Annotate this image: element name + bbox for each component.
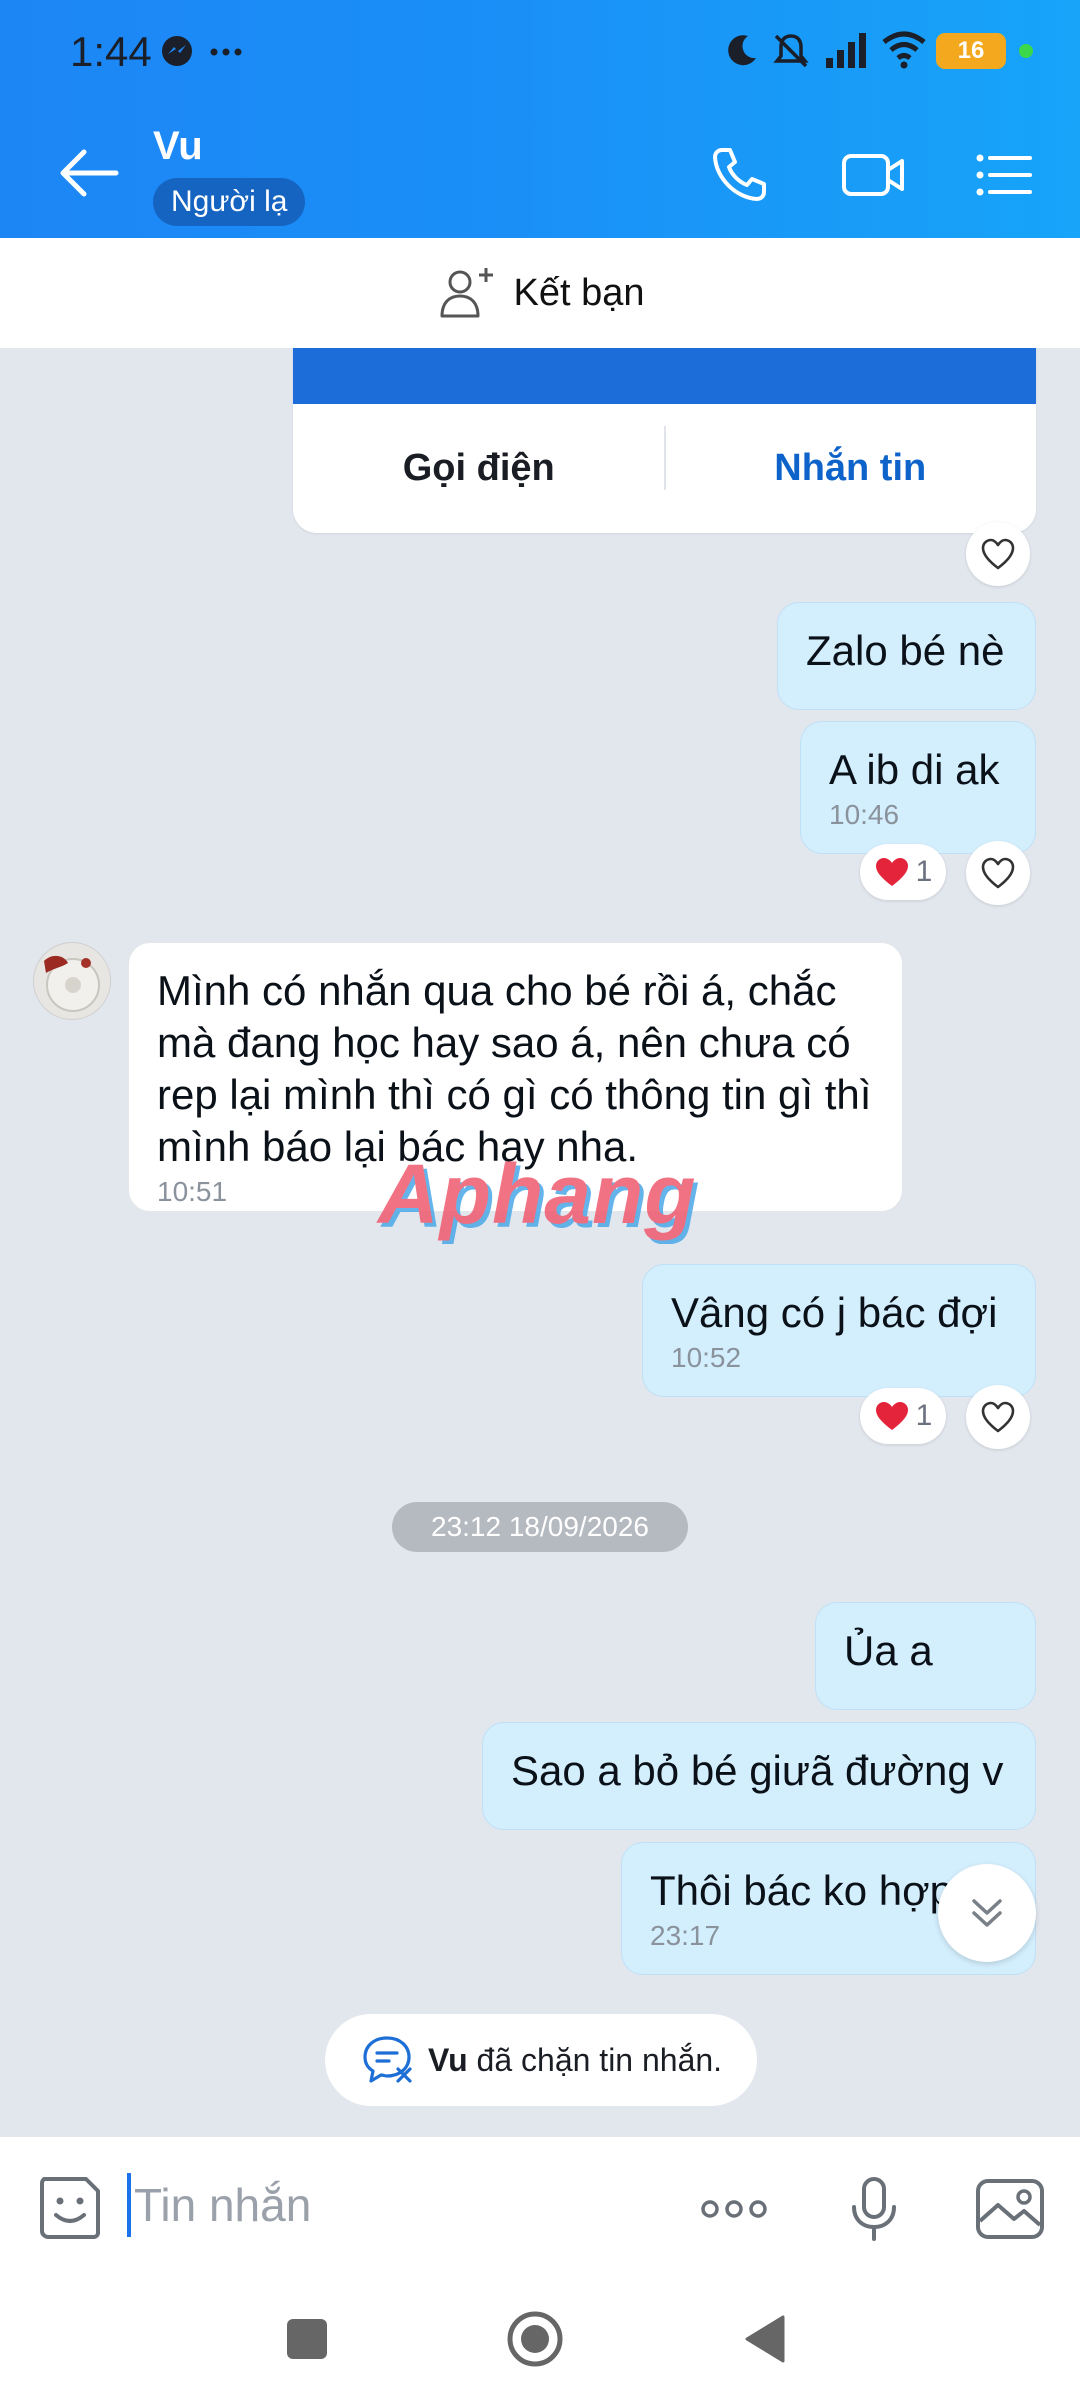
blocked-notice: Vu đã chặn tin nhắn. <box>325 2014 757 2106</box>
card-banner <box>293 348 1036 404</box>
text-cursor <box>127 2173 131 2237</box>
reaction-count: 1 <box>915 1399 933 1432</box>
avatar[interactable] <box>33 942 111 1020</box>
blocked-chat-icon <box>363 2036 412 2083</box>
system-back-button[interactable] <box>730 2304 800 2374</box>
message-text: Thôi bác ko hợp <box>650 1867 954 1914</box>
message-bubble[interactable]: Vâng có j bác đợi 10:52 <box>642 1264 1036 1397</box>
red-heart-icon <box>875 1402 908 1430</box>
card-call-button[interactable]: Gọi điện <box>293 404 665 533</box>
image-icon[interactable] <box>972 2171 1048 2247</box>
stranger-badge: Người lạ <box>153 178 306 226</box>
video-camera-icon[interactable] <box>838 140 908 210</box>
message-text: Mình có nhắn qua cho bé rồi á, chắc mà đ… <box>157 967 872 1170</box>
list-menu-icon[interactable] <box>968 140 1038 210</box>
message-time: 10:52 <box>671 1342 742 1373</box>
card-message-button[interactable]: Nhắn tin <box>665 404 1037 533</box>
message-input[interactable] <box>134 2165 654 2245</box>
square-icon <box>287 2319 327 2359</box>
message-list[interactable]: Gọi điện Nhắn tin Zalo bé nè A ib di ak … <box>0 348 1080 2136</box>
blocked-text: Vu đã chặn tin nhắn. <box>428 2042 722 2079</box>
chevron-double-down-icon <box>972 1899 1002 1927</box>
message-text: Vâng có j bác đợi <box>671 1289 998 1336</box>
add-friend-button[interactable]: Kết bạn <box>0 238 1080 348</box>
message-bubble[interactable]: Ủa a <box>815 1602 1036 1710</box>
back-arrow-icon[interactable] <box>50 138 130 208</box>
wifi-icon <box>882 31 926 69</box>
microphone-icon[interactable] <box>836 2171 912 2247</box>
message-composer <box>0 2136 1080 2276</box>
add-friend-label: Kết bạn <box>513 271 645 314</box>
message-time: 10:46 <box>829 799 900 830</box>
battery-indicator: 16 <box>936 33 1006 69</box>
scroll-down-button[interactable] <box>938 1864 1036 1962</box>
add-person-icon <box>440 268 493 318</box>
blocked-name: Vu <box>427 2041 468 2078</box>
home-button[interactable] <box>500 2304 570 2374</box>
heart-outline-icon[interactable] <box>966 841 1030 905</box>
signal-icon <box>826 33 866 68</box>
more-dots-icon[interactable] <box>696 2171 772 2247</box>
heart-outline-icon[interactable] <box>966 1385 1030 1449</box>
privacy-indicator-dot <box>1019 44 1033 58</box>
date-separator: 23:12 18/09/2026 <box>392 1502 688 1552</box>
contact-card: Gọi điện Nhắn tin <box>293 348 1036 533</box>
heart-outline-icon[interactable] <box>966 522 1030 586</box>
system-nav-bar <box>0 2276 1080 2400</box>
message-bubble[interactable]: Zalo bé nè <box>777 602 1036 710</box>
message-text: Ủa a <box>844 1627 933 1674</box>
blocked-message: đã chặn tin nhắn. <box>467 2041 723 2078</box>
message-bubble[interactable]: A ib di ak 10:46 <box>800 721 1036 854</box>
emoji-sticker-icon[interactable] <box>34 2171 106 2243</box>
triangle-back-icon <box>745 2315 785 2363</box>
reaction-chip[interactable]: 1 <box>860 844 946 900</box>
phone-icon[interactable] <box>704 140 774 210</box>
message-bubble[interactable]: Sao a bỏ bé giưã đường v <box>482 1722 1036 1830</box>
status-time: 1:44 <box>70 28 152 75</box>
message-text: A ib di ak <box>829 746 1000 793</box>
reaction-chip[interactable]: 1 <box>860 1388 946 1444</box>
reaction-count: 1 <box>915 855 933 888</box>
red-heart-icon <box>875 858 908 886</box>
chat-header: 1:44 16 Vu Người lạ <box>0 0 1080 238</box>
message-text: Sao a bỏ bé giưã đường v <box>511 1747 1004 1794</box>
watermark: Aphang <box>378 1146 697 1243</box>
mute-icon <box>773 34 809 68</box>
moon-icon <box>728 35 756 66</box>
more-notifications-icon <box>210 48 242 56</box>
watermark-text: Aphang <box>378 1147 697 1241</box>
messenger-notification-icon <box>162 36 192 66</box>
recent-apps-button[interactable] <box>272 2304 342 2374</box>
contact-name[interactable]: Vu <box>153 124 203 169</box>
status-bar: 1:44 16 <box>0 0 1080 100</box>
message-text: Zalo bé nè <box>806 627 1005 674</box>
home-circle-icon <box>507 2311 563 2367</box>
